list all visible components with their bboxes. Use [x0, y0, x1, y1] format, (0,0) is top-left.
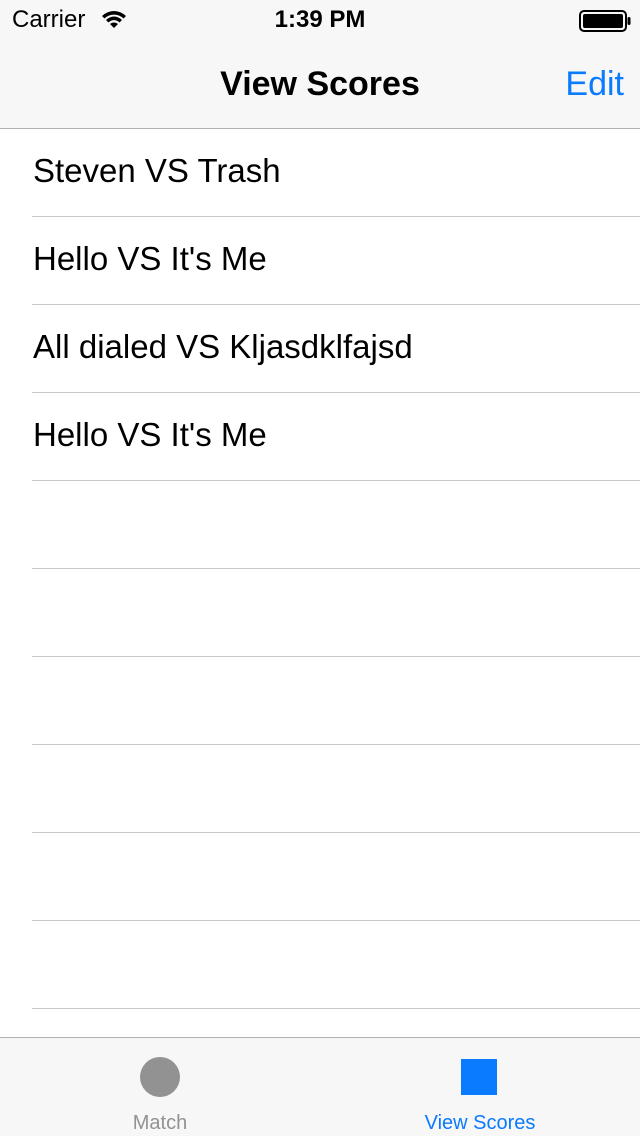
table-row[interactable]: Hello VS It's Me	[32, 393, 640, 481]
navigation-bar: View Scores Edit	[0, 40, 640, 129]
tab-view-scores[interactable]: View Scores	[320, 1038, 640, 1136]
square-icon	[461, 1059, 497, 1095]
row-label: All dialed VS Kljasdklfajsd	[33, 328, 413, 365]
row-label: Steven VS Trash	[33, 152, 281, 189]
tab-label: View Scores	[424, 1112, 536, 1134]
row-label: Hello VS It's Me	[33, 416, 267, 453]
table-row[interactable]: Hello VS It's Me	[32, 217, 640, 305]
edit-button[interactable]: Edit	[565, 64, 624, 104]
battery-full-icon	[579, 10, 631, 32]
table-row[interactable]: Steven VS Trash	[32, 129, 640, 217]
table-row	[32, 1009, 640, 1037]
table-row	[32, 569, 640, 657]
tab-label: Match	[132, 1112, 188, 1134]
tab-bar: Match View Scores	[0, 1037, 640, 1136]
circle-icon	[140, 1057, 180, 1097]
row-label: Hello VS It's Me	[33, 240, 267, 277]
table-row	[32, 921, 640, 1009]
scores-table[interactable]: Steven VS Trash Hello VS It's Me All dia…	[0, 129, 640, 1037]
status-time: 1:39 PM	[274, 6, 366, 33]
table-row[interactable]: All dialed VS Kljasdklfajsd	[32, 305, 640, 393]
status-bar: Carrier 1:39 PM	[0, 0, 640, 40]
table-row	[32, 481, 640, 569]
page-title: View Scores	[220, 65, 420, 103]
tab-match[interactable]: Match	[0, 1038, 320, 1136]
table-row	[32, 657, 640, 745]
screen: Carrier 1:39 PM View Scores Edit Steven …	[0, 0, 640, 1136]
table-row	[32, 745, 640, 833]
table-row	[32, 833, 640, 921]
